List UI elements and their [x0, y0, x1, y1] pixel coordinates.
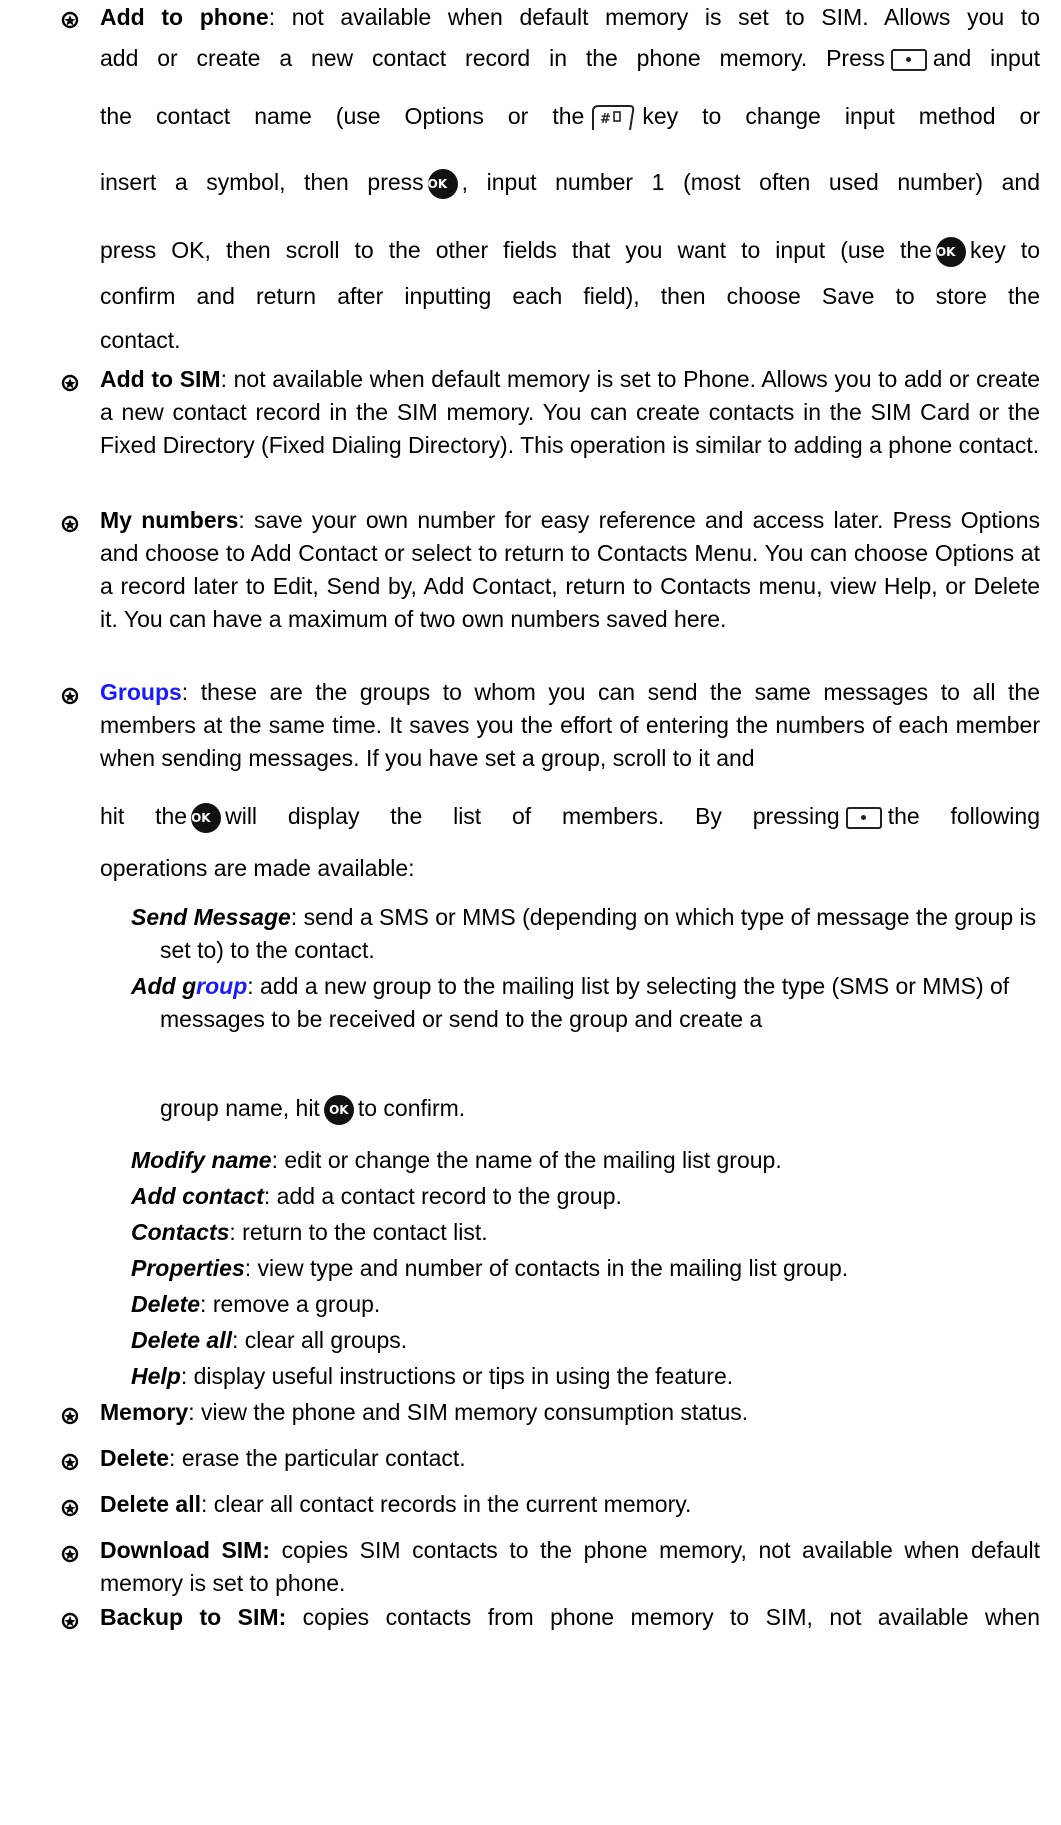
memory-item: Memory: view the phone and SIM memory co…	[100, 1399, 749, 1425]
add-group-line-3: group name, hit OK to confirm.	[160, 1092, 1040, 1125]
groups-line-5: operations are made available:	[100, 855, 415, 881]
bullet-icon	[60, 1406, 80, 1426]
svg-text:#: #	[600, 112, 611, 127]
sub-properties: Properties: view type and number of cont…	[131, 1255, 849, 1281]
bullet-icon	[60, 1544, 80, 1564]
add-to-sim-item: Add to SIM: not available when default m…	[100, 366, 1040, 458]
groups-item: Groups: these are the groups to whom you…	[100, 679, 1040, 771]
bullet-icon	[60, 1498, 80, 1518]
menu-softkey-icon	[890, 48, 927, 71]
sub-add-contact: Add contact: add a contact record to the…	[131, 1183, 622, 1209]
sub-modify-name: Modify name: edit or change the name of …	[131, 1147, 782, 1173]
subterm-add-group: Add g	[131, 973, 197, 999]
ok-key-icon: OK	[323, 1094, 354, 1125]
sub-send-message: Send Message: send a SMS or MMS (dependi…	[131, 904, 1037, 963]
term-my-numbers: My numbers	[100, 507, 239, 533]
menu-softkey-icon	[845, 806, 882, 829]
my-numbers-item: My numbers: save your own number for eas…	[100, 507, 1040, 632]
add-phone-line-7: contact.	[100, 327, 181, 353]
sub-contacts: Contacts: return to the contact list.	[131, 1219, 488, 1245]
delete-all-item: Delete all: clear all contact records in…	[100, 1491, 692, 1517]
term-add-to-phone: Add to phone	[100, 4, 269, 30]
hash-key-icon: #	[590, 103, 636, 133]
sub-add-group: Add group: add a new group to the mailin…	[131, 973, 1010, 1032]
bullet-icon	[60, 373, 80, 393]
add-phone-line-6: confirm and return after inputting each …	[100, 283, 1040, 309]
bullet-icon	[60, 514, 80, 534]
sub-delete-all: Delete all: clear all groups.	[131, 1327, 408, 1353]
group-link[interactable]: roup	[196, 973, 247, 999]
delete-item: Delete: erase the particular contact.	[100, 1445, 466, 1471]
groups-line-4: hit the OK will display the list of member…	[100, 800, 1040, 833]
bullet-icon	[60, 10, 80, 30]
add-phone-line-4: insert a symbol, then press OK, input num…	[100, 166, 1040, 199]
ok-key-icon: OK	[191, 802, 222, 833]
backup-sim-item: Backup to SIM: copies contacts from phon…	[100, 1604, 1041, 1630]
document-page: Add to phone: not available when default…	[0, 0, 1061, 1825]
add-phone-line-5: press OK, then scroll to the other field…	[100, 234, 1040, 267]
subterm-send-message: Send Message	[131, 904, 291, 930]
term-add-to-sim: Add to SIM	[100, 366, 221, 392]
add-phone-line-2: add or create a new contact record in th…	[100, 45, 1040, 71]
bullet-icon	[60, 1452, 80, 1472]
ok-key-icon: OK	[935, 236, 966, 267]
sub-help: Help: display useful instructions or tip…	[131, 1363, 734, 1389]
download-sim-item: Download SIM: copies SIM contacts to the…	[100, 1537, 1040, 1596]
add-phone-line-3: the contact name (use Options or the # key…	[100, 100, 1040, 133]
sub-delete: Delete: remove a group.	[131, 1291, 381, 1317]
ok-key-icon: OK	[427, 168, 458, 199]
bullet-icon	[60, 1611, 80, 1631]
groups-link[interactable]: Groups	[100, 679, 182, 705]
add-phone-line-1: Add to phone: not available when default…	[100, 4, 1040, 30]
bullet-icon	[60, 686, 80, 706]
